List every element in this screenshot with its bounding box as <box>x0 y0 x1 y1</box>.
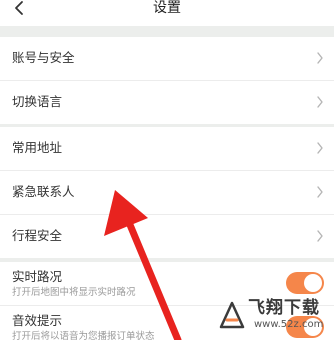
settings-item-label: 紧急联系人 <box>12 184 75 199</box>
settings-item-description: 打开后将以语音为您播报订单状态 <box>12 331 155 340</box>
settings-item-account-security[interactable]: 账号与安全 <box>0 37 334 81</box>
settings-item-trip-safety[interactable]: 行程安全 <box>0 215 334 258</box>
sound-prompt-toggle[interactable] <box>286 316 324 338</box>
settings-item-switch-language[interactable]: 切换语言 <box>0 81 334 124</box>
settings-item-live-traffic: 实时路况 打开后地图中将显示实时路况 <box>0 262 334 306</box>
settings-item-label: 切换语言 <box>12 94 63 109</box>
chevron-right-icon <box>317 142 323 154</box>
settings-item-label: 常用地址 <box>12 140 63 155</box>
live-traffic-toggle[interactable] <box>286 272 324 294</box>
settings-group-preferences: 实时路况 打开后地图中将显示实时路况 音效提示 打开后将以语音为您播报订单状态 <box>0 262 334 340</box>
settings-item-emergency-contact[interactable]: 紧急联系人 <box>0 171 334 215</box>
settings-item-label: 账号与安全 <box>12 50 75 65</box>
settings-group-safety: 常用地址 紧急联系人 行程安全 <box>0 127 334 258</box>
page-title: 设置 <box>153 0 181 16</box>
nav-bar: 设置 <box>0 0 334 26</box>
chevron-right-icon <box>317 96 323 108</box>
toggle-knob <box>304 274 322 292</box>
settings-item-label: 实时路况 <box>12 269 63 284</box>
chevron-right-icon <box>317 52 323 64</box>
settings-item-sound-prompt: 音效提示 打开后将以语音为您播报订单状态 <box>0 306 334 340</box>
chevron-right-icon <box>317 186 323 198</box>
settings-item-common-addresses[interactable]: 常用地址 <box>0 127 334 171</box>
toggle-knob <box>304 318 322 336</box>
settings-item-description: 打开后地图中将显示实时路况 <box>12 287 136 298</box>
settings-group-account: 账号与安全 切换语言 <box>0 37 334 124</box>
settings-screen: 设置 账号与安全 切换语言 常用地址 紧急联系人 行程安全 实时路况 打开后地图… <box>0 0 334 340</box>
settings-item-label: 行程安全 <box>12 228 63 243</box>
chevron-right-icon <box>317 230 323 242</box>
settings-item-label: 音效提示 <box>12 313 63 328</box>
